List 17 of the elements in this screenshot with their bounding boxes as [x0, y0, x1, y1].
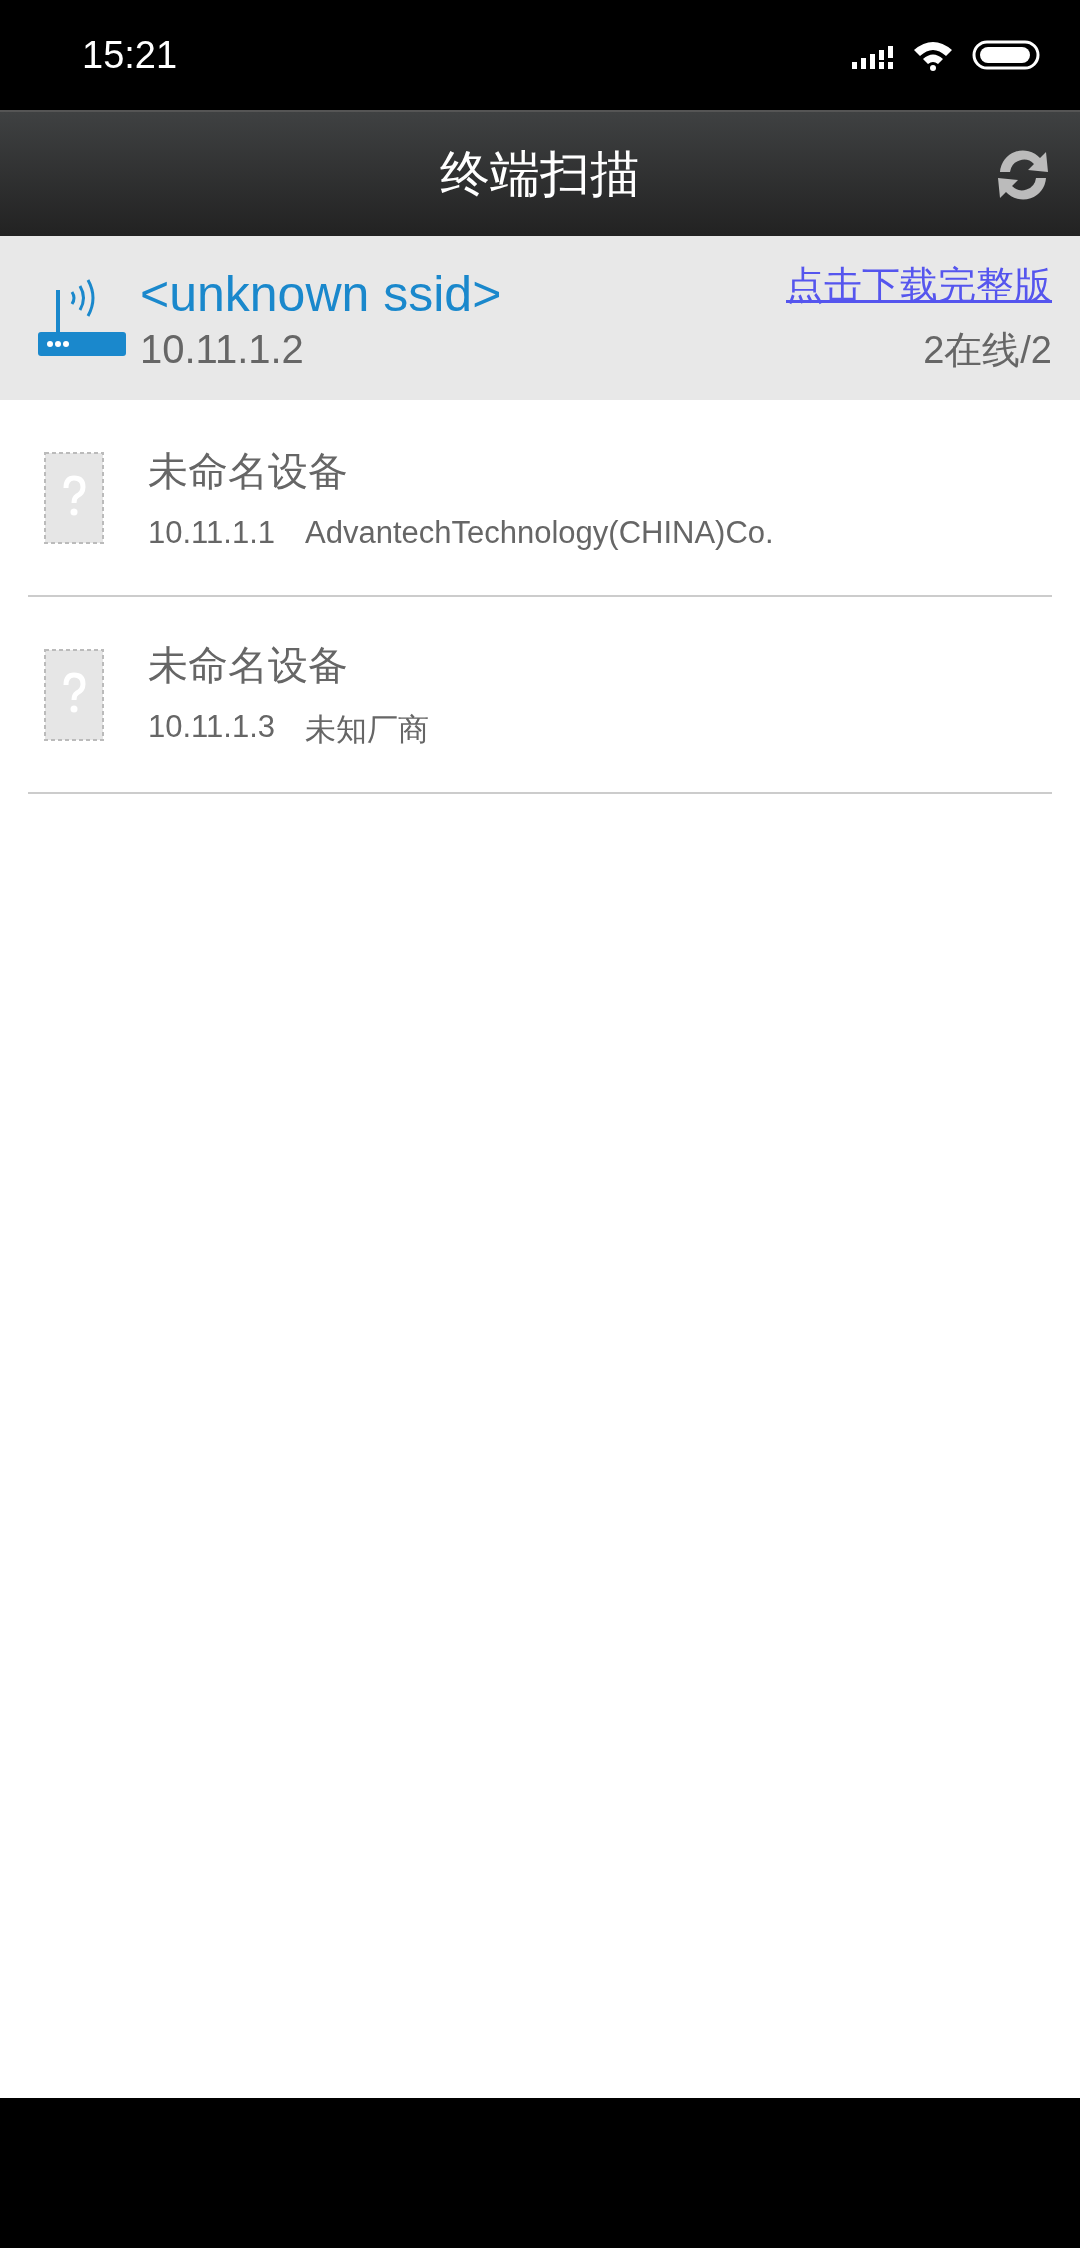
page-title: 终端扫描 — [440, 143, 640, 205]
device-vendor: 未知厂商 — [305, 711, 429, 749]
device-ip: 10.11.1.1 — [148, 515, 275, 551]
router-icon — [36, 278, 128, 358]
status-time: 15:21 — [82, 33, 178, 77]
network-ssid: <unknown ssid> — [140, 264, 503, 323]
unknown-device-icon — [44, 648, 104, 741]
device-ip: 10.11.1.3 — [148, 709, 275, 746]
wifi-icon — [912, 39, 954, 71]
device-name: 未命名设备 — [148, 642, 349, 689]
network-ip: 10.11.1.2 — [140, 326, 305, 372]
device-vendor: AdvantechTechnology(CHINA)Co. — [305, 515, 774, 551]
online-count: 2在线/2 — [923, 328, 1052, 373]
unknown-device-icon — [44, 451, 104, 544]
battery-icon — [972, 40, 1040, 70]
download-link[interactable]: 点击下载完整版 — [786, 260, 1052, 311]
device-name: 未命名设备 — [148, 448, 349, 495]
